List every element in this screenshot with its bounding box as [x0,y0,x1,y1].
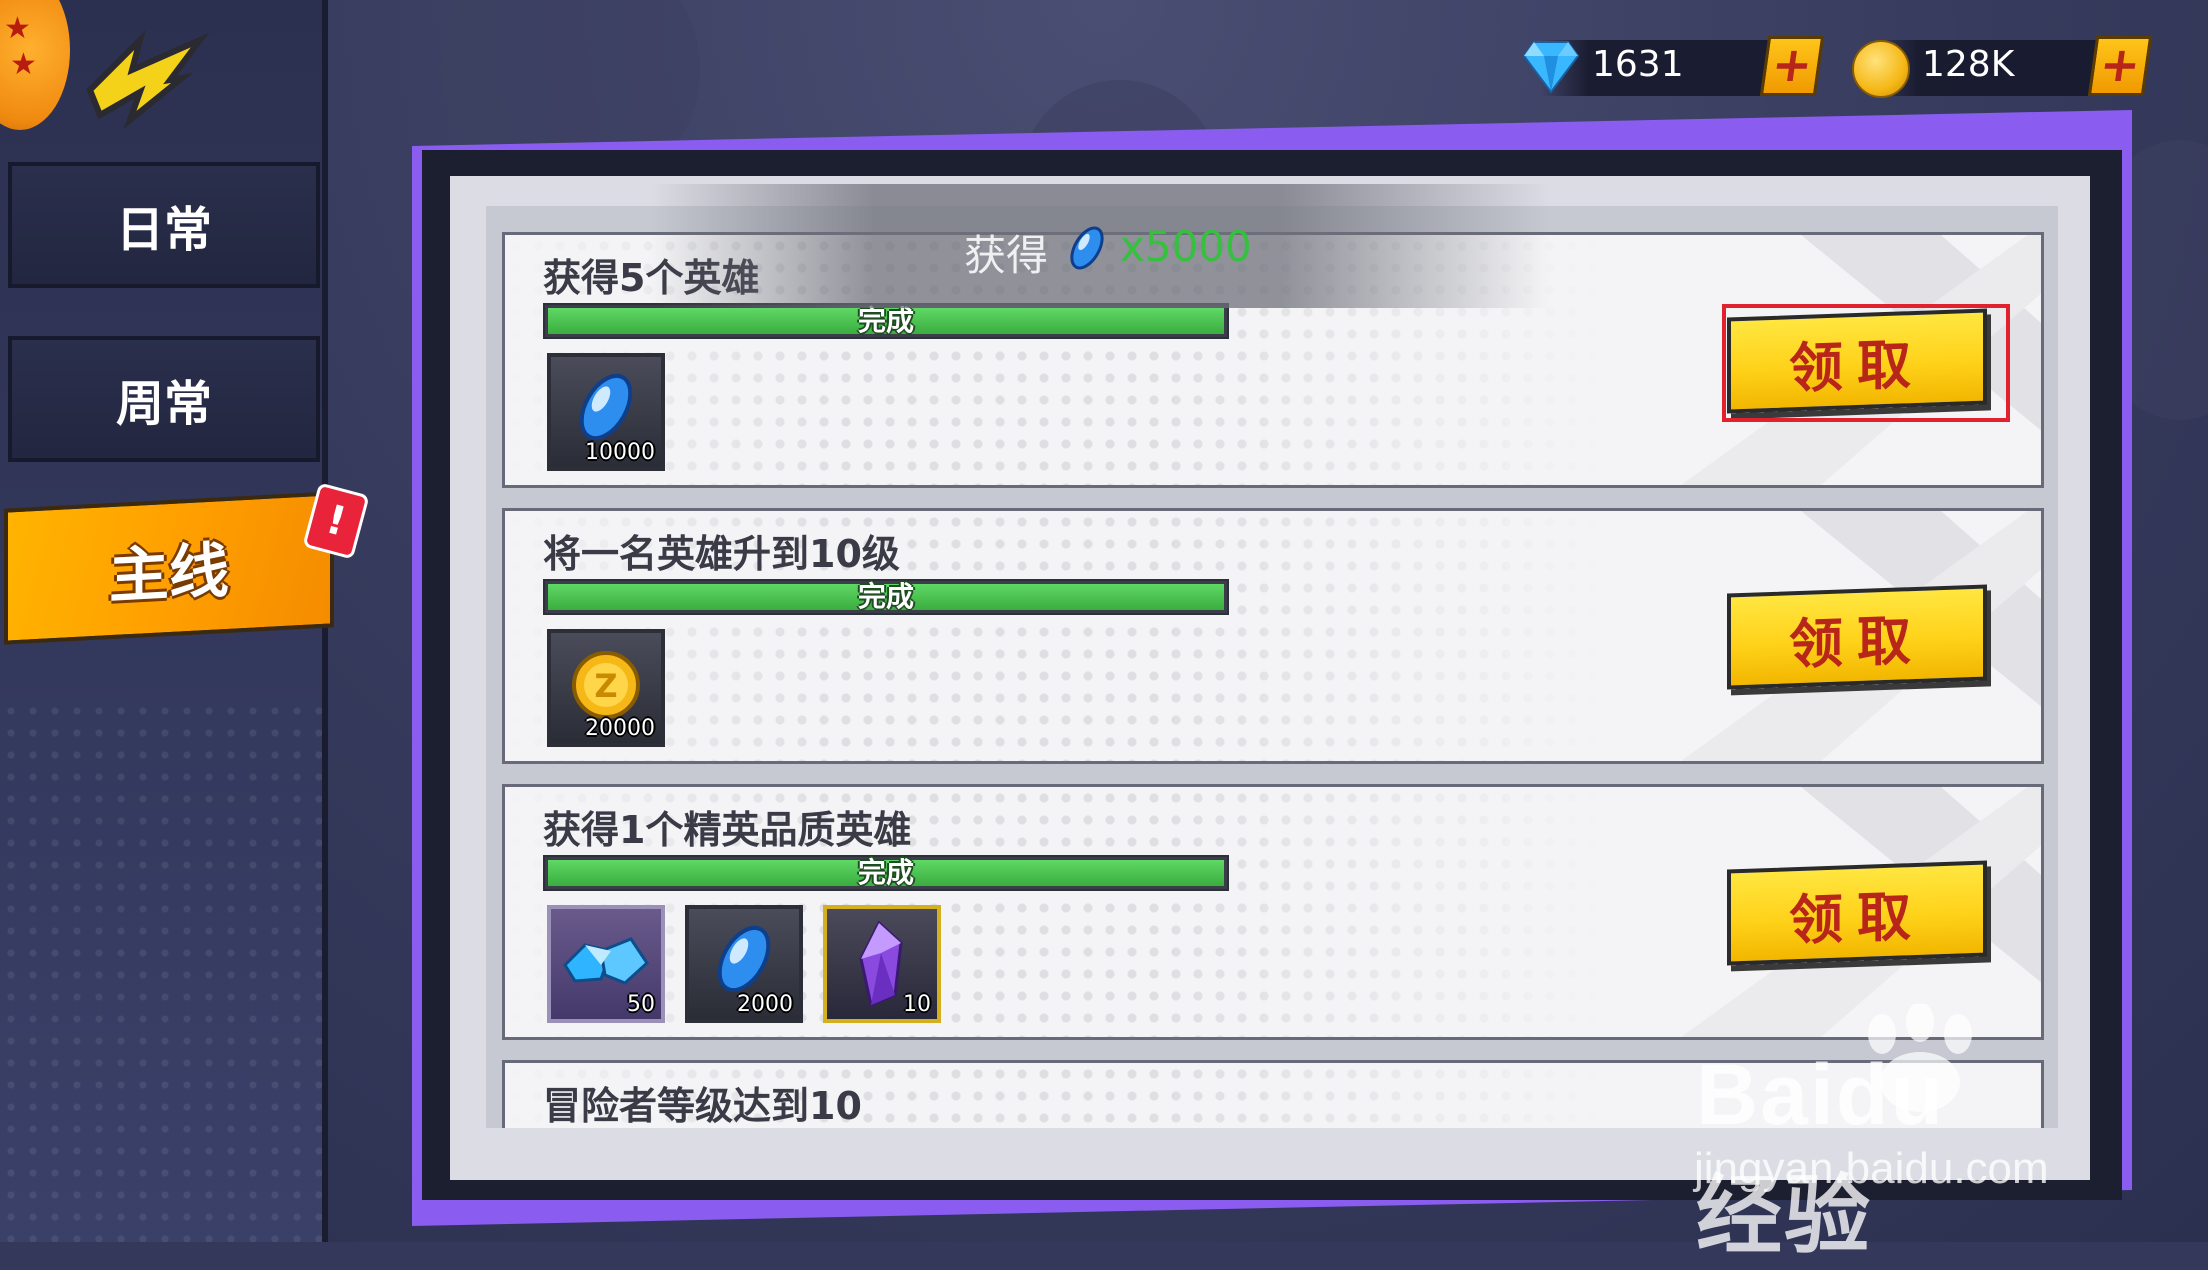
tab-main-quest[interactable]: 主线 [4,491,334,645]
reward-count: 10000 [585,440,655,465]
add-gems-button[interactable]: + [1759,36,1825,96]
claim-button[interactable]: 领取 [1727,584,1987,690]
reward-item[interactable]: 50 [547,905,665,1023]
progress-bar: 完成 [543,303,1229,339]
gold-coin-icon [1852,40,1910,98]
tab-daily-label: 日常 [115,202,212,258]
sidebar-pattern [0,700,322,1242]
blue-capsule-icon [1070,226,1104,270]
tab-weekly[interactable]: 周常 [8,336,320,462]
highlight-box [1722,304,2010,422]
gold-count: 128K [1922,44,2015,85]
progress-text: 完成 [857,580,914,613]
add-gold-button[interactable]: + [2087,36,2153,96]
toast-label: 获得 [964,231,1049,280]
task-title: 获得1个精英品质英雄 [543,808,912,852]
gem-count: 1631 [1592,44,1684,85]
svg-text:Z: Z [594,667,617,705]
reward-item[interactable]: 10000 [547,353,665,471]
task-title: 将一名英雄升到10级 [543,532,900,576]
progress-bar: 完成 [543,855,1229,891]
reward-item[interactable]: 2000 [685,905,803,1023]
tab-weekly-label: 周常 [115,376,212,432]
task-card: 获得1个精英品质英雄 完成 50 2000 10 领取 [502,784,2044,1040]
reward-count: 2000 [737,992,793,1017]
reward-count: 20000 [585,716,655,741]
progress-text: 完成 [857,856,914,889]
progress-bar: 完成 [543,579,1229,615]
task-card: 将一名英雄升到10级 完成 Z 20000 领取 [502,508,2044,764]
tab-daily[interactable]: 日常 [8,162,320,288]
reward-count: 50 [627,992,655,1017]
toast-value: x5000 [1120,222,1252,271]
progress-text: 完成 [857,304,914,337]
alert-badge-text: ! [321,496,351,546]
tab-main-quest-label: 主线 [109,535,229,612]
task-title: 冒险者等级达到10 [543,1084,862,1128]
lightning-bolt-icon [86,29,210,130]
reward-item[interactable]: 10 [823,905,941,1023]
reward-count: 10 [903,992,931,1017]
diamond-icon [1522,41,1580,94]
watermark-url: jingyan.baidu.com [1694,1144,2049,1193]
reward-item[interactable]: Z 20000 [547,629,665,747]
claim-button[interactable]: 领取 [1727,860,1987,966]
